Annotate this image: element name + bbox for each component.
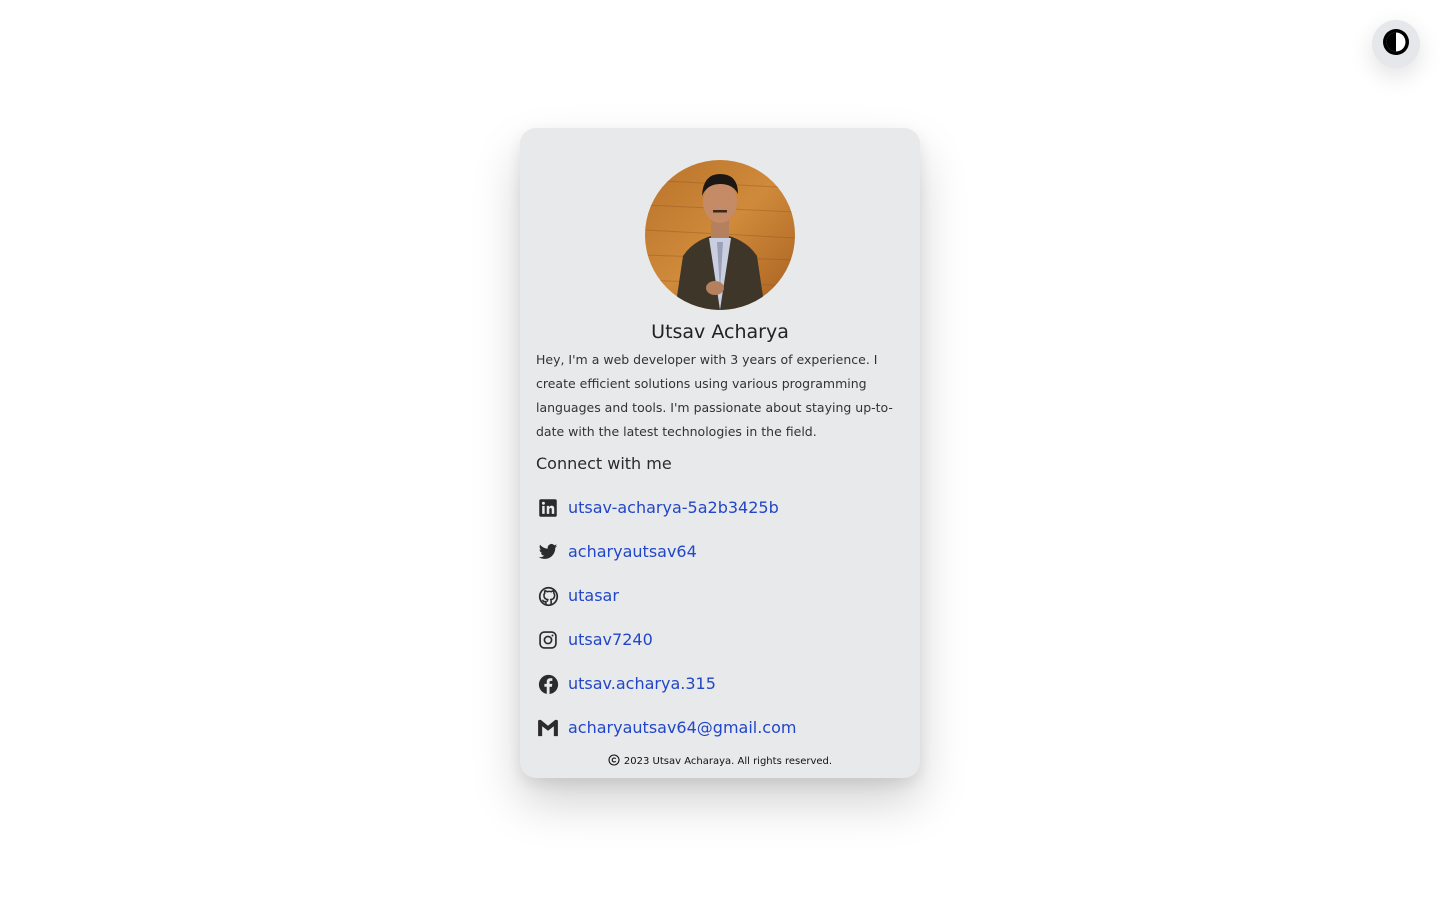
footer: 2023 Utsav Acharaya. All rights reserved… — [520, 754, 920, 769]
contrast-icon — [1381, 27, 1411, 61]
social-link-twitter: acharyautsav64 — [536, 530, 904, 574]
avatar — [645, 160, 795, 310]
facebook-link[interactable]: utsav.acharya.315 — [568, 672, 716, 696]
social-link-github: utasar — [536, 574, 904, 618]
facebook-icon — [536, 672, 560, 696]
profile-name: Utsav Acharya — [651, 321, 789, 343]
gmail-icon — [536, 716, 560, 740]
linkedin-icon — [536, 496, 560, 520]
copyright-icon — [608, 754, 620, 769]
email-link[interactable]: acharyautsav64@gmail.com — [568, 716, 796, 740]
copyright-text: 2023 Utsav Acharaya. All rights reserved… — [623, 756, 833, 767]
social-link-facebook: utsav.acharya.315 — [536, 662, 904, 706]
theme-toggle-button[interactable] — [1372, 20, 1420, 68]
social-links: utsav-acharya-5a2b3425b acharyautsav64 u… — [536, 486, 904, 750]
linkedin-link[interactable]: utsav-acharya-5a2b3425b — [568, 496, 779, 520]
social-link-email: acharyautsav64@gmail.com — [536, 706, 904, 750]
social-link-instagram: utsav7240 — [536, 618, 904, 662]
twitter-icon — [536, 540, 560, 564]
social-link-linkedin: utsav-acharya-5a2b3425b — [536, 486, 904, 530]
instagram-link[interactable]: utsav7240 — [568, 628, 653, 652]
profile-bio: Hey, I'm a web developer with 3 years of… — [536, 352, 893, 439]
github-link[interactable]: utasar — [568, 584, 619, 608]
profile-card: Utsav Acharya Hey, I'm a web developer w… — [520, 128, 920, 778]
connect-heading: Connect with me — [536, 454, 672, 473]
twitter-link[interactable]: acharyautsav64 — [568, 540, 697, 564]
instagram-icon — [536, 628, 560, 652]
github-icon — [536, 584, 560, 608]
